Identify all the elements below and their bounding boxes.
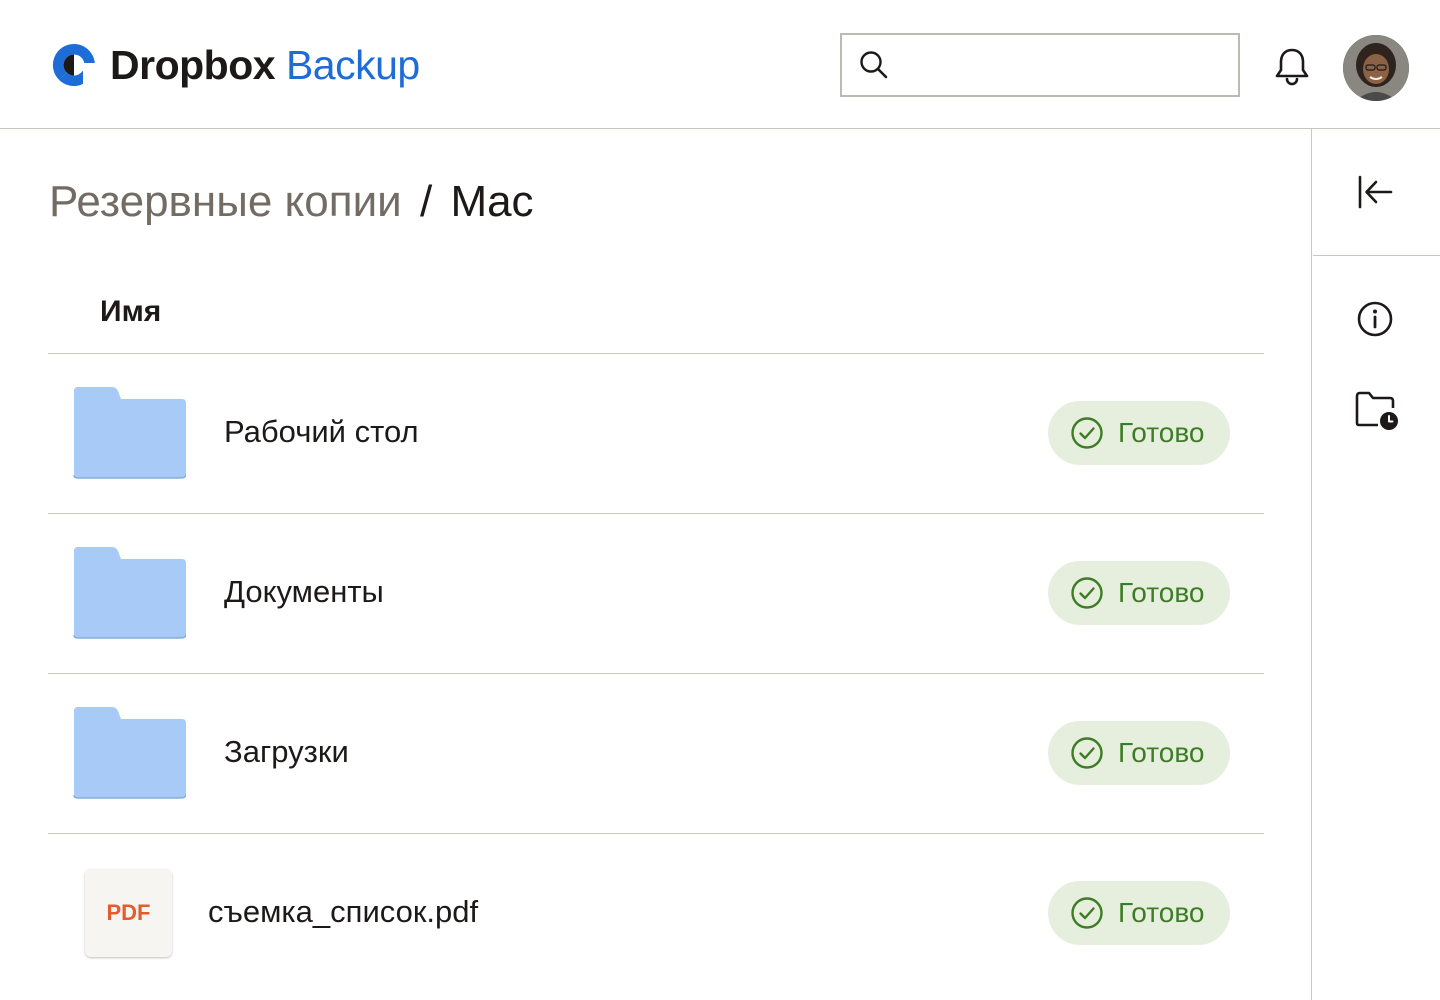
table-row[interactable]: PDF съемка_список.pdf Готово: [48, 834, 1264, 994]
pdf-file-label: PDF: [106, 900, 151, 925]
table-header: Имя: [48, 279, 1264, 354]
info-icon[interactable]: [1356, 300, 1394, 338]
file-list: Рабочий стол Готово Документы Готово Заг…: [48, 354, 1264, 994]
row-name: Документы: [224, 574, 384, 609]
breadcrumb: Резервные копии / Mac: [49, 177, 534, 227]
check-circle-icon: [1071, 417, 1103, 449]
check-circle-icon: [1071, 897, 1103, 929]
folder-icon: [73, 387, 186, 479]
main-content: Резервные копии / Mac Имя Рабочий стол Г…: [0, 129, 1312, 1000]
logo-brand: Dropbox: [110, 41, 276, 88]
logo[interactable]: Dropbox Backup: [50, 40, 420, 90]
collapse-panel-icon[interactable]: [1355, 172, 1395, 212]
status-badge: Готово: [1048, 881, 1230, 945]
rail-top-section: [1313, 129, 1440, 256]
folder-history-icon[interactable]: [1354, 390, 1400, 432]
pdf-file-icon: PDF: [85, 869, 172, 957]
row-name: съемка_список.pdf: [208, 894, 479, 929]
breadcrumb-current: Mac: [450, 177, 534, 226]
bell-icon[interactable]: [1270, 44, 1314, 88]
app-window: Dropbox Backup Резервные копии / Mac Имя…: [0, 0, 1440, 1000]
avatar-photo: [1343, 35, 1409, 101]
status-text: Готово: [1118, 577, 1205, 608]
folder-icon: [73, 707, 186, 799]
status-text: Готово: [1118, 737, 1205, 768]
status-badge: Готово: [1048, 561, 1230, 625]
search-icon: [860, 51, 888, 79]
status-text: Готово: [1118, 897, 1205, 928]
column-header-name[interactable]: Имя: [100, 295, 161, 329]
row-name: Загрузки: [224, 734, 349, 769]
dropbox-backup-logo-icon: [52, 43, 98, 89]
top-bar: Dropbox Backup: [0, 0, 1440, 129]
status-badge: Готово: [1048, 721, 1230, 785]
breadcrumb-root[interactable]: Резервные копии: [49, 177, 402, 226]
table-row[interactable]: Рабочий стол Готово: [48, 354, 1264, 514]
status-badge: Готово: [1048, 401, 1230, 465]
status-text: Готово: [1118, 417, 1205, 448]
table-row[interactable]: Документы Готово: [48, 514, 1264, 674]
right-rail: [1313, 129, 1440, 1000]
breadcrumb-separator: /: [419, 177, 433, 226]
folder-icon: [73, 547, 186, 639]
search-input[interactable]: [902, 45, 1222, 85]
search-box[interactable]: [840, 33, 1240, 97]
row-name: Рабочий стол: [224, 414, 419, 449]
check-circle-icon: [1071, 577, 1103, 609]
logo-product: Backup: [285, 41, 420, 88]
check-circle-icon: [1071, 737, 1103, 769]
table-row[interactable]: Загрузки Готово: [48, 674, 1264, 834]
logo-text: Dropbox Backup: [110, 42, 420, 89]
user-avatar[interactable]: [1343, 35, 1409, 101]
